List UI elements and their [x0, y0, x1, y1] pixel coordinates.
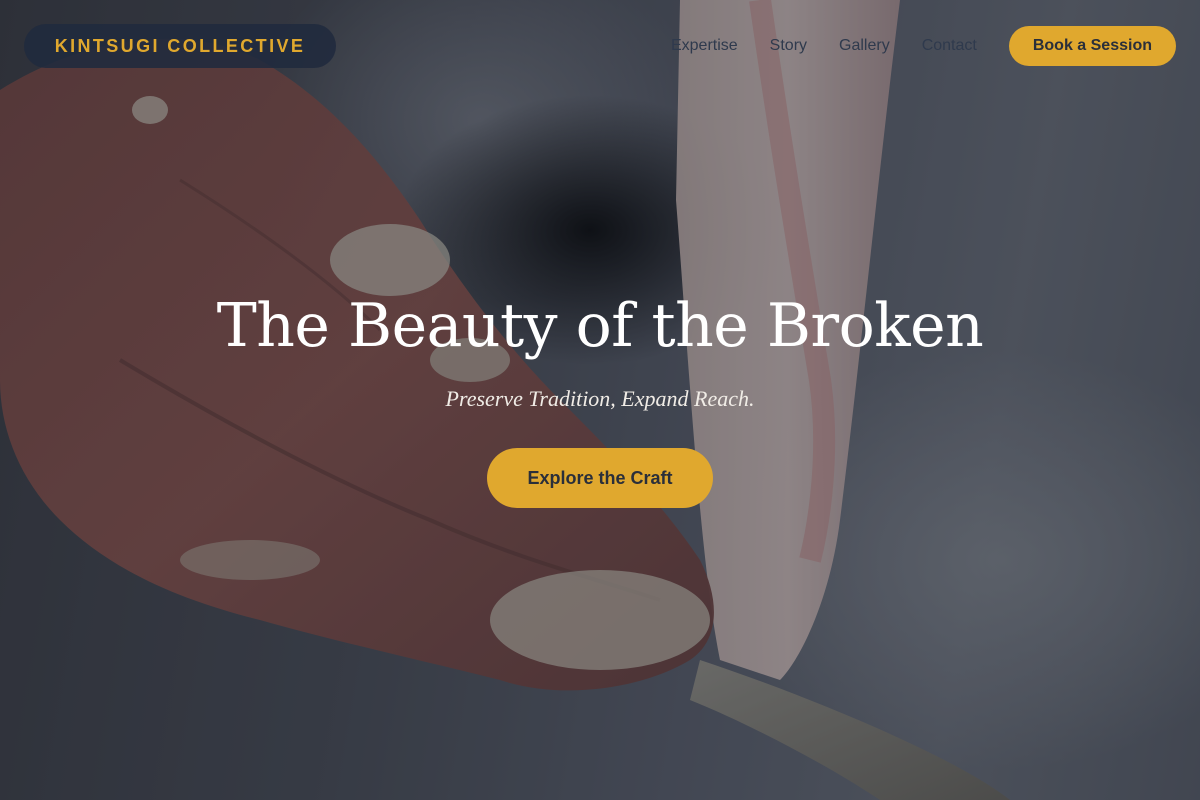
nav-link-contact[interactable]: Contact [922, 37, 977, 55]
main-navigation: Expertise Story Gallery Contact Book a S… [671, 24, 1176, 68]
brand-name: KINTSUGI COLLECTIVE [54, 35, 306, 56]
nav-link-expertise[interactable]: Expertise [671, 37, 738, 55]
hero-tagline: Preserve Tradition, Expand Reach. [445, 386, 755, 411]
explore-craft-button[interactable]: Explore the Craft [487, 448, 713, 508]
brand-logo-pill[interactable]: KINTSUGI COLLECTIVE [24, 24, 336, 68]
book-session-button[interactable]: Book a Session [1008, 26, 1176, 66]
nav-link-gallery[interactable]: Gallery [839, 37, 890, 55]
hero-headline: The Beauty of the Broken [216, 291, 984, 361]
nav-link-story[interactable]: Story [770, 37, 807, 55]
hero-section: KINTSUGI COLLECTIVE Expertise Story Gall… [0, 0, 1200, 800]
hero-content: The Beauty of the Broken Preserve Tradit… [0, 286, 1200, 508]
